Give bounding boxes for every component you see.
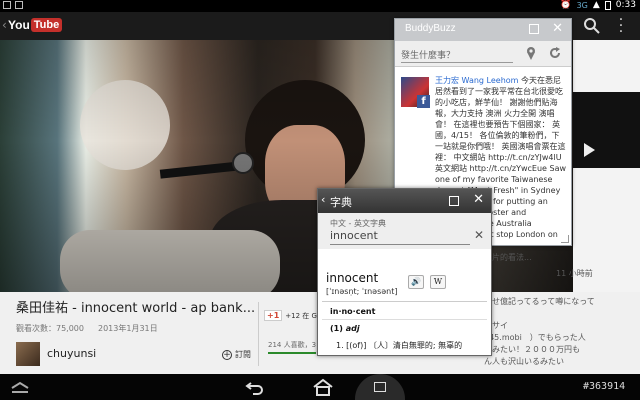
part-of-speech: (1) adj (330, 324, 360, 333)
subscribe-label: 訂閱 (235, 350, 251, 359)
compose-input[interactable]: 發生什麼事？ (401, 48, 455, 61)
gplus-label: +1 (264, 310, 283, 321)
resize-handle[interactable] (561, 235, 569, 243)
comment-line: 可せ億記ってるって噂になって (484, 297, 595, 306)
battery-icon (604, 0, 611, 10)
dictionary-widget[interactable]: ‹ 字典 ✕ 中文 - 英文字典 innocent ✕ innocent [ˈɪ… (317, 188, 492, 356)
logo-tube: Tube (30, 18, 63, 32)
close-icon[interactable]: ✕ (552, 21, 563, 36)
mail-notification-icon (15, 1, 23, 9)
location-pin-icon[interactable] (525, 46, 537, 60)
notification-icons (3, 1, 23, 9)
expand-icon[interactable] (529, 24, 539, 34)
status-bar: ⏰ 3G ▲ 0:33 (0, 0, 640, 12)
system-icons: ⏰ 3G ▲ 0:33 (560, 0, 636, 10)
up-chevron-icon[interactable]: ‹ (2, 18, 7, 32)
clock: 0:33 (615, 0, 636, 10)
search-icon[interactable] (582, 16, 602, 36)
channel-name[interactable]: chuyunsi (47, 347, 96, 360)
recent-apps-icon (374, 382, 386, 392)
network-type: 3G (576, 0, 588, 10)
compose-underline (401, 62, 513, 63)
related-video-thumbnail[interactable] (573, 92, 640, 168)
pronunciation: [ˈɪnəsṇt; ˈɪnəsənt] (326, 287, 398, 296)
system-nav-bar: #363914 (0, 374, 640, 400)
wikipedia-button[interactable]: W (430, 275, 446, 289)
signal-icon: ▲ (592, 0, 600, 10)
dictionary-header[interactable]: ‹ 字典 ✕ (318, 189, 491, 213)
gallery-notification-icon (3, 1, 11, 9)
video-meta: 觀看次數：75,000 2013年1月31日 (16, 323, 158, 334)
comment-line: ん人も沢山いるみたい (484, 357, 564, 366)
home-icon[interactable] (312, 378, 334, 396)
buddybuzz-header[interactable]: BuddyBuzz ✕ (395, 19, 571, 41)
back-chevron-icon[interactable]: ‹ (321, 193, 325, 206)
dictionary-search-area: 中文 - 英文字典 innocent ✕ (318, 213, 491, 249)
sense-number: (1) (330, 324, 343, 333)
alarm-icon: ⏰ (560, 0, 572, 10)
compose-bar: 發生什麼事？ (395, 41, 571, 67)
close-icon[interactable]: ✕ (473, 192, 484, 207)
dictionary-title: 字典 (330, 196, 352, 209)
comment-time: 11 小時前 (556, 269, 593, 278)
speaker-icon[interactable]: 🔊 (408, 275, 424, 289)
like-count: 214 人喜歡，3 (268, 341, 317, 349)
hide-bar-icon[interactable] (10, 380, 30, 394)
facebook-icon: f (417, 95, 430, 108)
divider (322, 319, 487, 320)
gplus-button[interactable]: +1 +12 在 G (264, 310, 317, 321)
divider (322, 301, 487, 302)
dictionary-search-input[interactable]: innocent (330, 229, 470, 245)
post-author[interactable]: 王力宏 Wang Leehom (435, 76, 518, 85)
pos-label: adj (345, 324, 360, 333)
chevron-right-icon (584, 143, 595, 157)
comment-line: 645.mobi ）でもらった人 (484, 333, 586, 342)
back-icon[interactable] (245, 378, 265, 396)
view-count: 觀看次數：75,000 (16, 324, 84, 333)
definition: 1. [(of)] 〔人〕清白無罪的; 無辜的 (336, 341, 463, 350)
buddybuzz-title: BuddyBuzz (405, 23, 456, 34)
gplus-note: +12 在 G (285, 311, 317, 320)
clear-icon[interactable]: ✕ (474, 228, 484, 242)
comment-line: るみたい！２０００万円も (484, 345, 580, 354)
upload-date: 2013年1月31日 (98, 324, 158, 333)
refresh-icon[interactable] (548, 46, 562, 60)
plus-icon: + (222, 349, 232, 360)
id-code: #363914 (583, 381, 626, 392)
logo-you: You (8, 18, 30, 32)
related-videos-column (573, 40, 640, 292)
divider (258, 302, 259, 366)
recent-apps-button[interactable] (355, 374, 405, 400)
channel-avatar[interactable] (16, 342, 40, 366)
video-title: 桑田佳祐 - innocent world - ap bank... (16, 301, 256, 316)
subscribe-button[interactable]: + 訂閱 (222, 349, 251, 360)
syllables: in·no·cent (330, 307, 376, 316)
headword: innocent (326, 271, 379, 285)
dictionary-source[interactable]: 中文 - 英文字典 (330, 218, 386, 229)
youtube-logo[interactable]: You Tube (8, 18, 63, 32)
like-bar (268, 352, 316, 354)
overflow-menu-icon[interactable]: · · · (618, 13, 624, 39)
expand-icon[interactable] (449, 196, 459, 206)
